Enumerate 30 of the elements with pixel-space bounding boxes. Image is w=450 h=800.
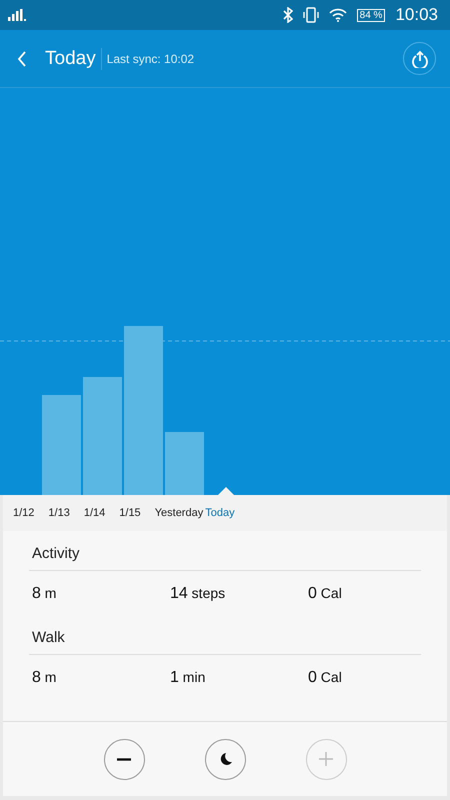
bluetooth-icon [282, 7, 293, 23]
date-tab[interactable]: 1/12 [13, 507, 34, 519]
upload-icon [410, 50, 428, 68]
date-tab[interactable]: 1/15 [119, 507, 141, 519]
page-title: Today [45, 48, 102, 70]
minus-icon [117, 758, 131, 760]
vibrate-icon [302, 7, 319, 23]
stat-value: 1 min [170, 669, 206, 687]
moon-button[interactable] [204, 738, 246, 780]
battery-indicator: 84 % [356, 8, 386, 22]
stat-value: 0 Cal [308, 669, 343, 687]
section-title: Activity [29, 537, 421, 571]
last-sync-text: Last sync: 10:02 [106, 52, 194, 66]
date-tab[interactable]: 1/14 [84, 507, 106, 519]
upload-button[interactable] [403, 42, 436, 75]
stat-value: 0 Cal [308, 585, 343, 603]
stat-value: 8 m [32, 669, 58, 687]
signal-icon [8, 9, 28, 21]
activity-bar [165, 432, 204, 495]
wifi-icon [328, 8, 347, 22]
clock: 10:03 [395, 5, 438, 25]
stat-value: 14 steps [170, 585, 226, 603]
minus-button[interactable] [104, 738, 144, 780]
back-icon[interactable] [17, 50, 27, 66]
date-tab[interactable]: 1/13 [48, 507, 70, 519]
date-tab[interactable]: Yesterday [154, 507, 204, 519]
section-title: Walk [29, 621, 421, 655]
date-tab[interactable]: Today [205, 507, 235, 519]
plus-icon [317, 750, 335, 768]
stat-value: 8 m [32, 585, 58, 603]
